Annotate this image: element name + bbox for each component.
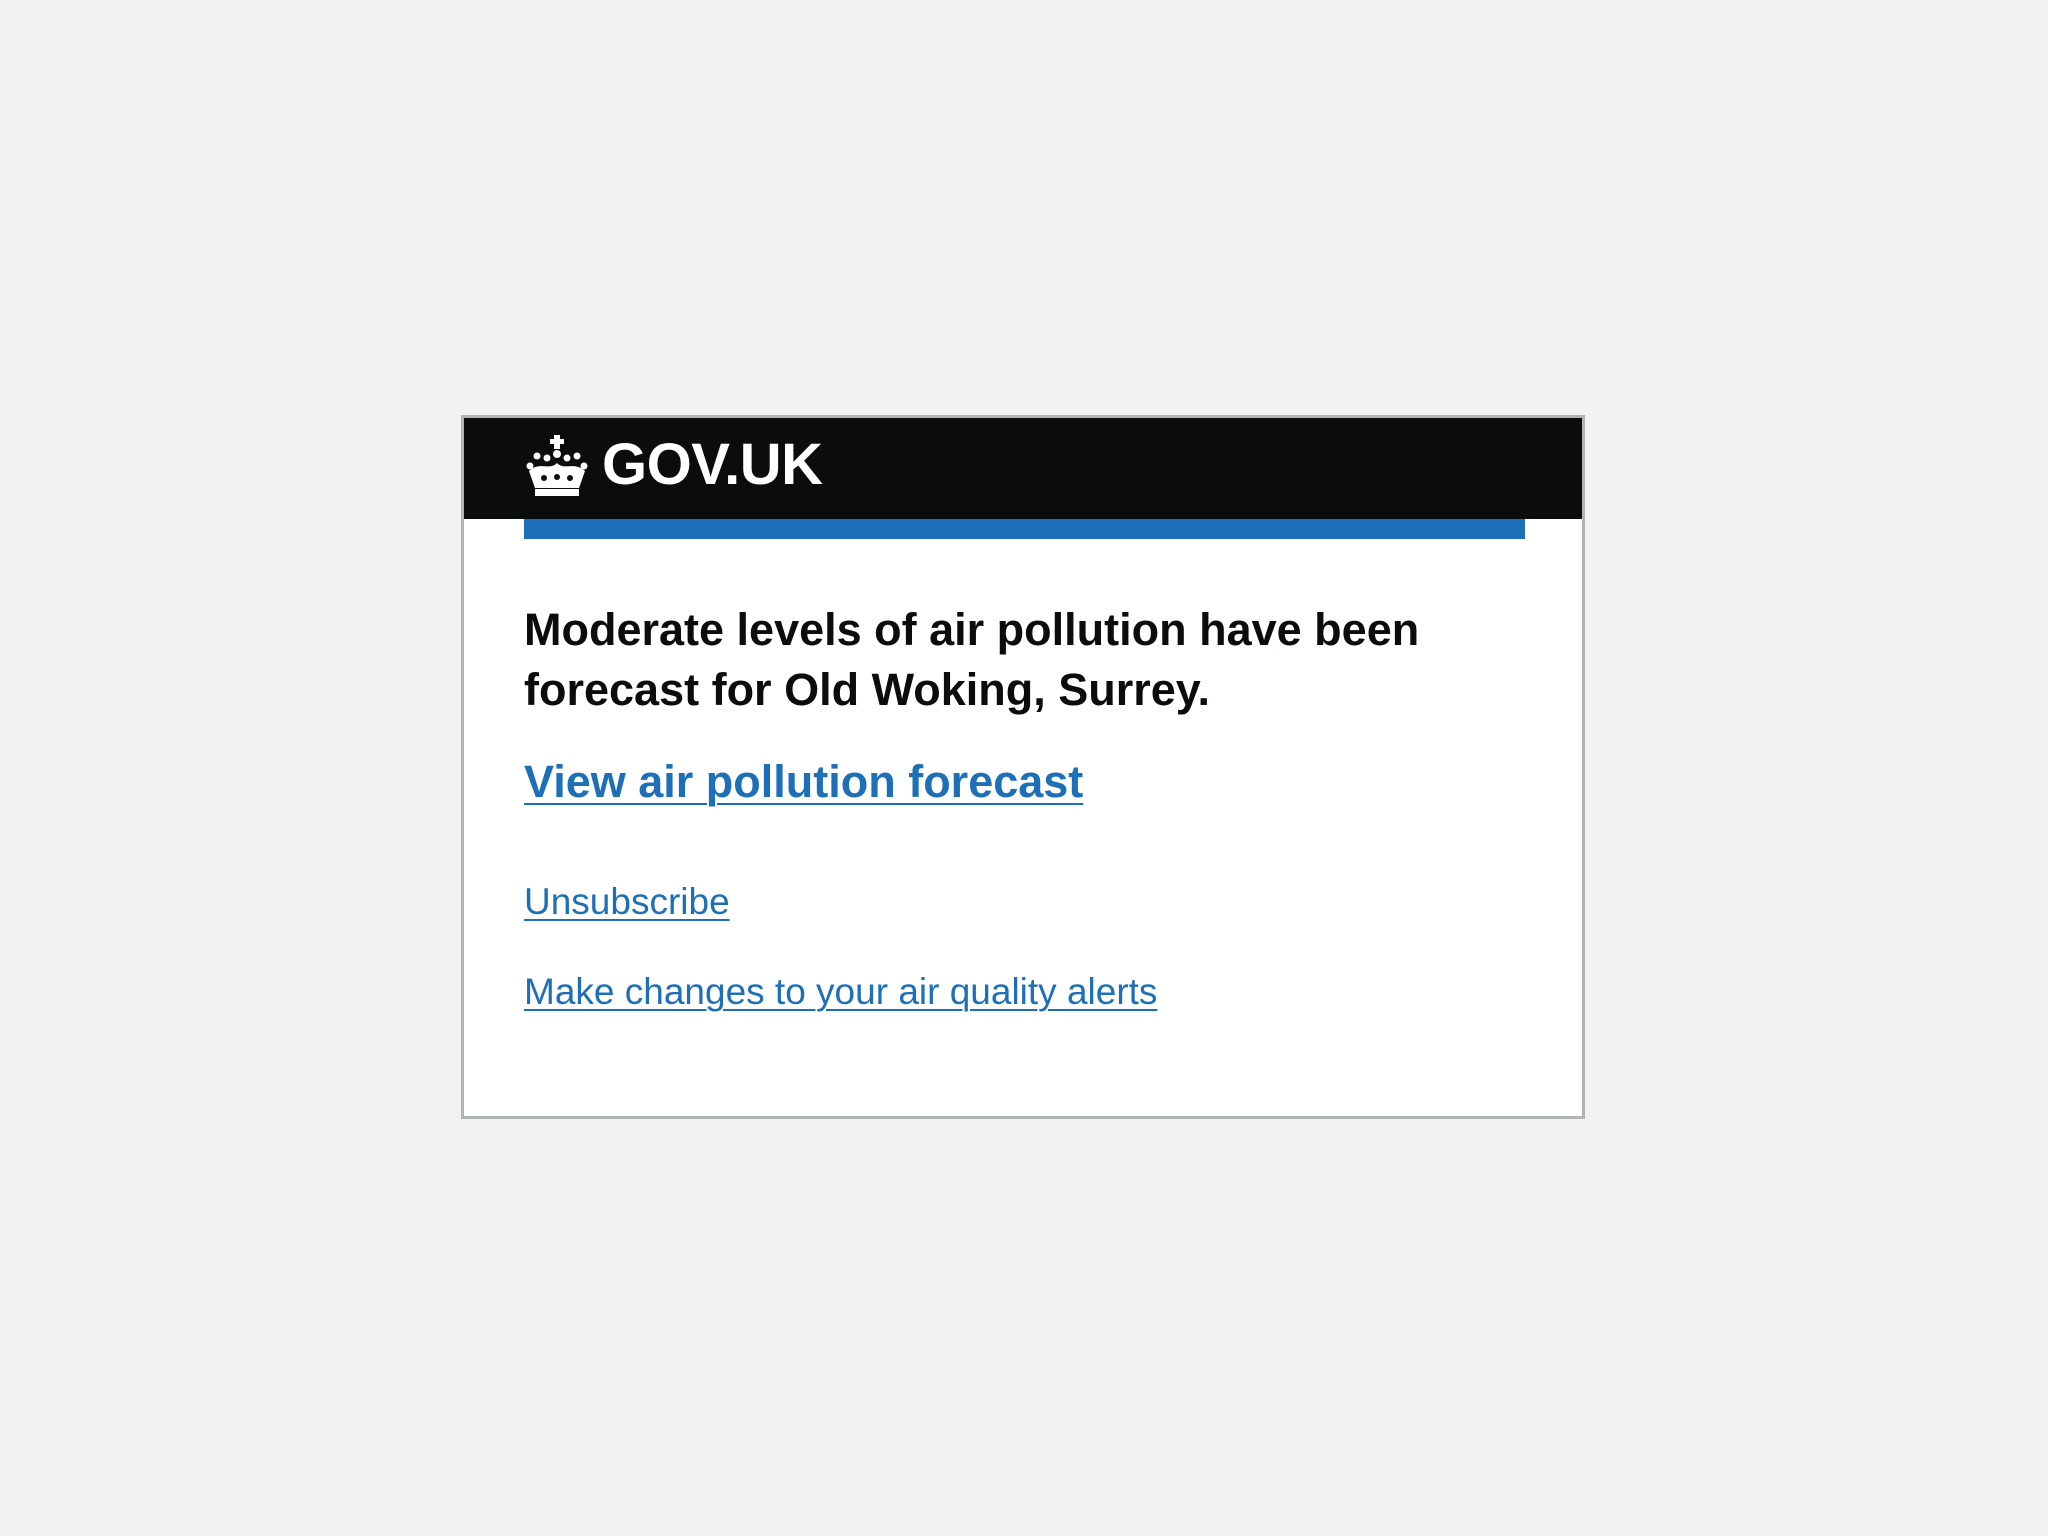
- govuk-header: GOV.UK: [464, 418, 1582, 519]
- govuk-logotype: GOV.UK: [602, 432, 823, 497]
- unsubscribe-link[interactable]: Unsubscribe: [524, 878, 730, 926]
- view-forecast-link[interactable]: View air pollution forecast: [524, 752, 1083, 812]
- header-accent-bar: [524, 519, 1525, 539]
- pollution-alert-message: Moderate levels of air pollution have be…: [524, 604, 1420, 715]
- govuk-logo-link[interactable]: GOV.UK: [524, 430, 823, 500]
- email-card: GOV.UK Moderate levels of air pollution …: [461, 415, 1585, 1119]
- crown-icon: [526, 435, 588, 496]
- manage-alerts-link[interactable]: Make changes to your air quality alerts: [524, 968, 1157, 1016]
